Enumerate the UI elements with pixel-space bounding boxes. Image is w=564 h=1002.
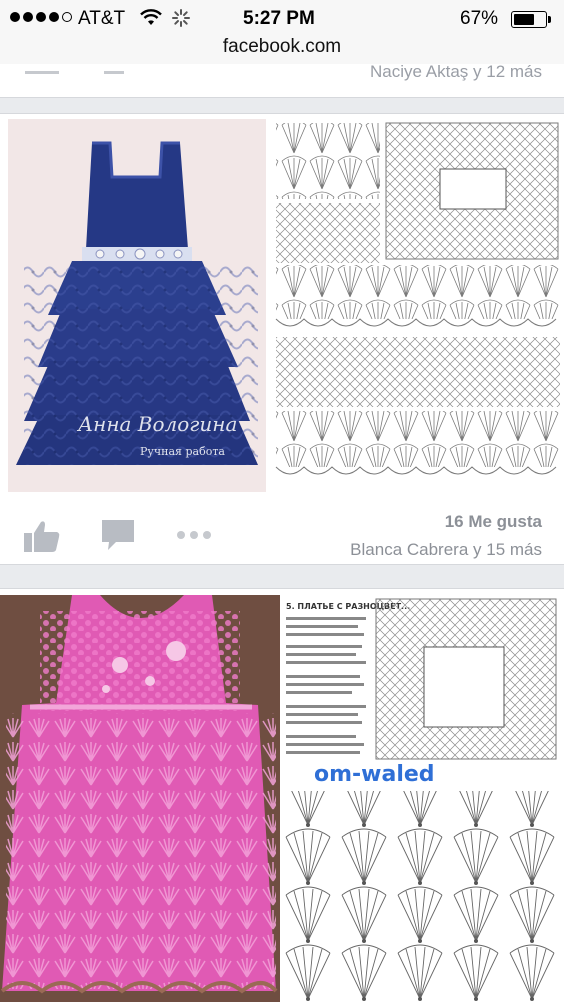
comment-icon[interactable] [102,520,134,550]
feed-post: Анна Вологина Ручная работа ‏ [0,113,564,565]
activity-spinner-icon [172,9,190,27]
url-domain: facebook.com [222,36,342,57]
like-count[interactable]: 16 Me gusta [445,512,542,532]
clock: 5:27 PM [243,8,315,29]
comment-icon[interactable] [104,64,124,74]
watermark-text: om-waled [314,762,435,787]
battery-percent: 67% [460,8,499,29]
wifi-icon [140,9,162,25]
feed-post: 5. ПЛАТЬЕ С РАЗНОЦВЕТ... om-waled [0,588,564,1002]
battery-icon [511,11,547,28]
photo-signature-sub: Ручная работа [140,445,225,458]
post-photo[interactable]: Анна Вологина Ручная работа ‏ [0,119,564,496]
status-bar: AT&T 5:27 PM 67% [0,0,564,36]
photo-signature: Анна Вологина [76,412,237,436]
like-icon[interactable] [25,64,59,74]
like-icon[interactable] [24,520,60,552]
carrier-name: AT&T [78,8,126,29]
more-icon[interactable] [176,530,212,540]
signal-strength-icon [10,12,72,22]
dress-and-pattern-image: Анна Вологина Ручная работа ‏ [8,119,564,496]
post-actions: 16 Me gusta Blanca Cabrera y 15 más [0,496,564,566]
reactors-text[interactable]: Blanca Cabrera y 15 más [350,540,542,560]
dress-and-pattern-image: 5. ПЛАТЬЕ С РАЗНОЦВЕТ... om-waled [0,595,564,1002]
post-photo[interactable]: 5. ПЛАТЬЕ С РАЗНОЦВЕТ... om-waled [0,595,564,1002]
previous-post-footer: Naciye Aktaş y 12 más [0,64,564,98]
url-bar[interactable]: facebook.com [0,36,564,64]
reactors-text[interactable]: Naciye Aktaş y 12 más [370,64,542,82]
